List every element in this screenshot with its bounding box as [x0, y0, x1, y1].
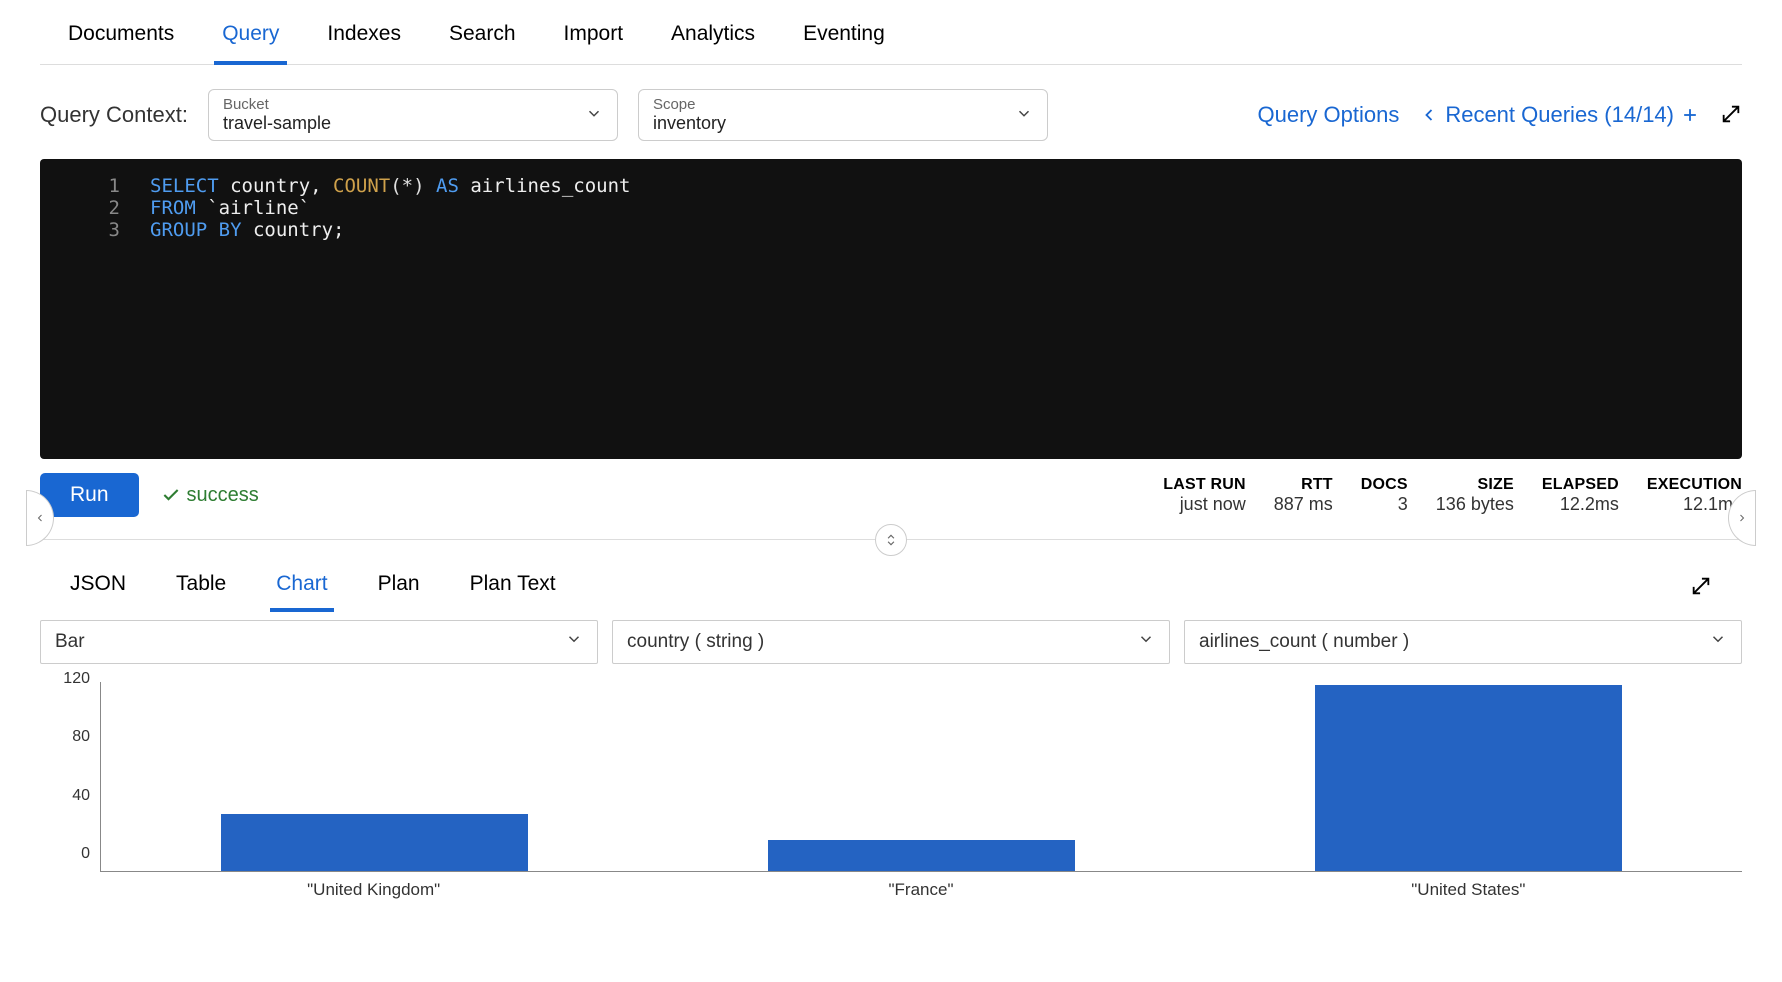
chevron-down-icon: [1137, 630, 1155, 654]
bucket-select[interactable]: Bucket travel-sample: [208, 89, 618, 141]
recent-queries-label: Recent Queries (14/14): [1445, 102, 1674, 128]
scope-select[interactable]: Scope inventory: [638, 89, 1048, 141]
chart-area: 04080120 "United Kingdom""France""United…: [40, 682, 1742, 902]
chevron-down-icon: [565, 630, 583, 654]
run-button[interactable]: Run: [40, 473, 139, 517]
y-tick: 120: [63, 670, 90, 688]
code-line[interactable]: GROUP BY country;: [150, 219, 344, 241]
query-options-label: Query Options: [1257, 102, 1399, 128]
query-editor[interactable]: 1SELECT country, COUNT(*) AS airlines_co…: [40, 159, 1742, 459]
scope-select-label: Scope: [653, 96, 1003, 113]
chart-x-axis: "United Kingdom" "France" "United States": [100, 876, 1742, 902]
chevron-down-icon: [1015, 105, 1033, 126]
line-number: 1: [40, 175, 150, 197]
result-tab-plan[interactable]: Plan: [378, 562, 420, 612]
chevron-down-icon: [585, 105, 603, 126]
chart-x-value: country ( string ): [627, 631, 764, 652]
result-tab-plan-text[interactable]: Plan Text: [470, 562, 556, 612]
stat-size: SIZE136 bytes: [1436, 476, 1514, 515]
chart-controls: Bar country ( string ) airlines_count ( …: [40, 612, 1742, 672]
chart-bar[interactable]: [768, 840, 1074, 871]
chart-y-value: airlines_count ( number ): [1199, 631, 1409, 652]
recent-queries-link[interactable]: Recent Queries (14/14): [1419, 102, 1700, 128]
status-text: success: [187, 484, 259, 507]
query-options-link[interactable]: Query Options: [1257, 102, 1399, 128]
chevron-left-icon: [1419, 105, 1439, 125]
bucket-select-label: Bucket: [223, 96, 573, 113]
chart-y-axis: 04080120: [40, 682, 96, 872]
tab-import[interactable]: Import: [564, 16, 624, 64]
run-row: Run success LAST RUNjust now RTT887 ms DOC…: [40, 459, 1742, 531]
query-context-label: Query Context:: [40, 102, 188, 128]
tab-eventing[interactable]: Eventing: [803, 16, 885, 64]
stat-docs: DOCS3: [1361, 476, 1408, 515]
y-tick: 0: [81, 845, 90, 863]
query-stats: LAST RUNjust now RTT887 ms DOCS3 SIZE136 by…: [1163, 476, 1742, 515]
query-context-row: Query Context: Bucket travel-sample Scop…: [40, 65, 1742, 159]
expand-editor-button[interactable]: [1720, 103, 1742, 128]
stat-rtt: RTT887 ms: [1274, 476, 1333, 515]
tab-documents[interactable]: Documents: [68, 16, 174, 64]
line-number: 3: [40, 219, 150, 241]
chart-type-value: Bar: [55, 631, 85, 652]
status-badge: success: [161, 484, 259, 507]
tab-analytics[interactable]: Analytics: [671, 16, 755, 64]
y-tick: 80: [72, 728, 90, 746]
bucket-select-value: travel-sample: [223, 113, 573, 134]
x-label: "United Kingdom": [307, 880, 440, 900]
y-tick: 40: [72, 787, 90, 805]
scope-select-value: inventory: [653, 113, 1003, 134]
stat-elapsed: ELAPSED12.2ms: [1542, 476, 1619, 515]
chart-bar[interactable]: [221, 814, 527, 871]
check-icon: [161, 485, 181, 505]
main-tabs: Documents Query Indexes Search Import Analyti…: [40, 0, 1742, 65]
result-tab-json[interactable]: JSON: [70, 562, 126, 612]
stat-last-run: LAST RUNjust now: [1163, 476, 1245, 515]
chart-type-select[interactable]: Bar: [40, 620, 598, 664]
tab-query[interactable]: Query: [222, 16, 279, 64]
resize-handle[interactable]: [875, 524, 907, 556]
x-label: "United States": [1411, 880, 1525, 900]
stat-execution: EXECUTION12.1ms: [1647, 476, 1742, 515]
tab-search[interactable]: Search: [449, 16, 516, 64]
chart-y-select[interactable]: airlines_count ( number ): [1184, 620, 1742, 664]
line-number: 2: [40, 197, 150, 219]
tab-indexes[interactable]: Indexes: [327, 16, 401, 64]
chart-x-select[interactable]: country ( string ): [612, 620, 1170, 664]
code-line[interactable]: FROM `airline`: [150, 197, 310, 219]
results-divider: [40, 539, 1742, 540]
x-label: "France": [889, 880, 954, 900]
chart-bar[interactable]: [1315, 685, 1621, 871]
chevron-down-icon: [1709, 630, 1727, 654]
chart-plot: [100, 682, 1742, 872]
plus-icon: [1680, 105, 1700, 125]
result-tab-table[interactable]: Table: [176, 562, 226, 612]
result-tab-chart[interactable]: Chart: [276, 562, 327, 612]
result-tabs: JSON Table Chart Plan Plan Text: [40, 548, 1742, 612]
code-line[interactable]: SELECT country, COUNT(*) AS airlines_cou…: [150, 175, 631, 197]
expand-results-button[interactable]: [1690, 575, 1712, 600]
